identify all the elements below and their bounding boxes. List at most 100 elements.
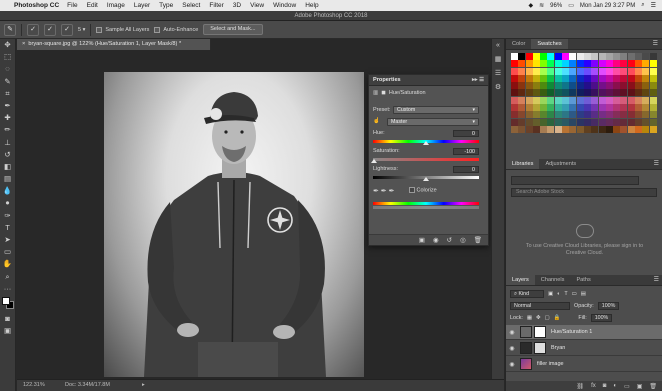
tab-color[interactable]: Color — [506, 39, 531, 49]
select-and-mask-button[interactable]: Select and Mask... — [203, 24, 263, 35]
swatch[interactable] — [525, 67, 533, 75]
swatch[interactable] — [627, 74, 635, 82]
swatch[interactable] — [532, 111, 540, 119]
swatch[interactable] — [540, 111, 548, 119]
lock-position-icon[interactable]: ✥ — [536, 315, 541, 321]
add-selection-icon[interactable]: ✓ — [44, 23, 56, 36]
swatch[interactable] — [649, 74, 657, 82]
swatch[interactable] — [532, 89, 540, 97]
swatch[interactable] — [605, 104, 613, 112]
swatch[interactable] — [635, 53, 643, 60]
new-group-icon[interactable]: ▭ — [624, 383, 630, 390]
swatch[interactable] — [540, 118, 548, 126]
swatch[interactable] — [511, 118, 518, 126]
swatch[interactable] — [620, 111, 628, 119]
filter-shape-icon[interactable]: ▭ — [572, 291, 577, 297]
swatch[interactable] — [620, 125, 628, 133]
swatch[interactable] — [569, 89, 577, 97]
swatch[interactable] — [532, 60, 540, 68]
preset-select[interactable]: Custom — [393, 106, 479, 114]
swatch[interactable] — [642, 67, 650, 75]
more-tools-icon[interactable]: ··· — [0, 283, 15, 295]
swatch[interactable] — [635, 111, 643, 119]
menu-help[interactable]: Help — [305, 2, 318, 9]
swatch[interactable] — [591, 82, 599, 90]
move-tool-icon[interactable]: ✥ — [0, 39, 15, 51]
menu-select[interactable]: Select — [182, 2, 200, 9]
swatch[interactable] — [605, 67, 613, 75]
menu-filter[interactable]: Filter — [209, 2, 223, 9]
swatch[interactable] — [569, 60, 577, 68]
swatch[interactable] — [591, 67, 599, 75]
swatch[interactable] — [562, 53, 570, 60]
swatch[interactable] — [642, 74, 650, 82]
swatch[interactable] — [598, 89, 606, 97]
filter-adjustment-icon[interactable]: ◐ — [557, 291, 560, 297]
swatch[interactable] — [591, 111, 599, 119]
swatch[interactable] — [511, 104, 518, 112]
history-brush-icon[interactable]: ↺ — [0, 149, 15, 161]
lightness-value[interactable]: 0 — [453, 166, 479, 173]
swatch[interactable] — [525, 125, 533, 133]
visibility-eye-icon[interactable]: ◉ — [506, 361, 518, 368]
swatch[interactable] — [525, 74, 533, 82]
targeted-adjustment-icon[interactable]: ☝ — [373, 118, 380, 124]
swatch[interactable] — [598, 53, 606, 60]
swatch[interactable] — [598, 60, 606, 68]
colorize-checkbox[interactable]: Colorize — [409, 187, 437, 193]
swatch[interactable] — [569, 74, 577, 82]
new-adjustment-icon[interactable]: ◐ — [613, 383, 617, 389]
tab-adjustments[interactable]: Adjustments — [539, 159, 582, 169]
eyedropper-tool-icon[interactable]: ✒ — [0, 100, 15, 112]
swatch[interactable] — [511, 96, 518, 104]
swatch[interactable] — [620, 67, 628, 75]
swatch[interactable] — [635, 96, 643, 104]
swatch[interactable] — [620, 118, 628, 126]
swatch[interactable] — [635, 104, 643, 112]
library-select[interactable] — [511, 176, 639, 185]
swatch[interactable] — [583, 96, 591, 104]
swatch[interactable] — [576, 96, 584, 104]
type-tool-icon[interactable]: T — [0, 222, 15, 234]
swatch[interactable] — [525, 104, 533, 112]
swatch[interactable] — [532, 82, 540, 90]
swatch[interactable] — [554, 82, 562, 90]
layer-mask-thumbnail[interactable] — [534, 326, 546, 338]
clip-icon[interactable]: ▣ — [419, 236, 425, 244]
swatch[interactable] — [576, 53, 584, 60]
layer-mask-thumbnail[interactable] — [534, 342, 546, 354]
swatch[interactable] — [605, 89, 613, 97]
brush-size[interactable]: 5 ▾ — [78, 27, 85, 33]
swatch[interactable] — [511, 82, 518, 90]
trash-icon[interactable]: 🗑 — [649, 383, 657, 390]
lightness-slider-handle[interactable] — [423, 177, 429, 181]
swatch[interactable] — [540, 67, 548, 75]
brush-tool-icon[interactable]: ✏ — [0, 124, 15, 136]
swatch[interactable] — [518, 74, 526, 82]
swatch[interactable] — [554, 118, 562, 126]
auto-enhance-checkbox[interactable]: Auto-Enhance — [154, 26, 198, 33]
document-tab[interactable]: × bryan-square.jpg @ 122% (Hue/Saturatio… — [17, 39, 211, 50]
swatch[interactable] — [591, 118, 599, 126]
swatch[interactable] — [532, 67, 540, 75]
swatch[interactable] — [635, 118, 643, 126]
swatch[interactable] — [562, 111, 570, 119]
view-previous-icon[interactable]: ◉ — [433, 236, 439, 244]
swatch[interactable] — [627, 125, 635, 133]
swatch[interactable] — [562, 74, 570, 82]
layer-row[interactable]: ◉ Hue/Saturation 1 — [506, 325, 662, 340]
swatch[interactable] — [562, 67, 570, 75]
swatch[interactable] — [627, 53, 635, 60]
reset-icon[interactable]: ↺ — [447, 236, 452, 244]
swatch[interactable] — [635, 74, 643, 82]
swatch[interactable] — [547, 82, 555, 90]
new-layer-icon[interactable]: ▣ — [637, 383, 643, 390]
crop-tool-icon[interactable]: ⌗ — [0, 88, 15, 100]
panel-menu-icon[interactable]: ☰ — [654, 275, 659, 286]
sample-all-layers-checkbox[interactable]: Sample All Layers — [96, 26, 149, 33]
swatch[interactable] — [620, 104, 628, 112]
swatch[interactable] — [562, 60, 570, 68]
swatch[interactable] — [554, 74, 562, 82]
swatch[interactable] — [547, 89, 555, 97]
swatch[interactable] — [554, 104, 562, 112]
